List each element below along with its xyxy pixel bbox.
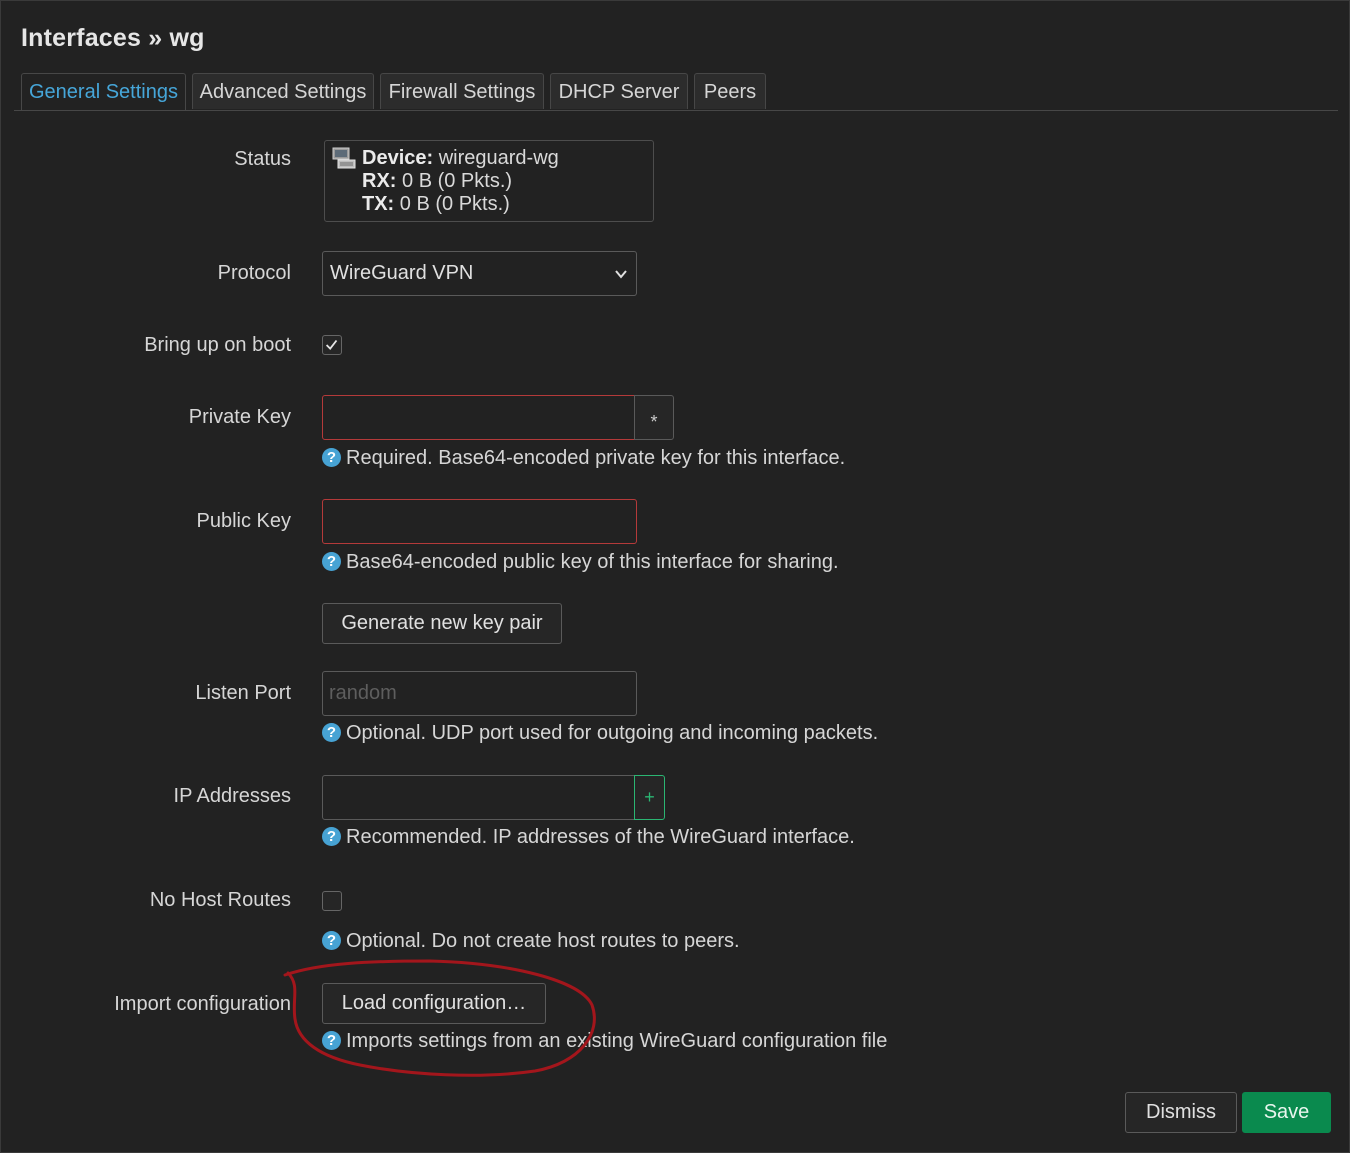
tab-peers[interactable]: Peers (694, 73, 766, 109)
asterisk-icon: * (650, 412, 658, 432)
no-host-routes-help: ? Optional. Do not create host routes to … (322, 930, 740, 953)
help-icon: ? (322, 931, 341, 950)
help-icon: ? (322, 552, 341, 571)
private-key-toggle-button[interactable]: * (634, 395, 674, 440)
tx-key: TX: (362, 193, 395, 215)
help-icon: ? (322, 827, 341, 846)
rx-key: RX: (362, 170, 397, 192)
import-configuration-help-text: Imports settings from an existing WireGu… (346, 1030, 888, 1052)
tab-firewall-settings[interactable]: Firewall Settings (380, 73, 544, 109)
device-value: wireguard-wg (438, 147, 559, 169)
rx-value: 0 B (0 Pkts.) (402, 170, 513, 192)
save-button[interactable]: Save (1242, 1092, 1331, 1133)
protocol-value: WireGuard VPN (330, 262, 474, 284)
no-host-routes-label: No Host Routes (149, 889, 291, 911)
listen-port-help: ? Optional. UDP port used for outgoing an… (322, 722, 878, 745)
private-key-help-text: Required. Base64-encoded private key for… (346, 447, 846, 469)
protocol-label: Protocol (217, 262, 291, 284)
page-title: Interfaces » wg (21, 24, 205, 52)
private-key-label: Private Key (188, 406, 291, 428)
tab-advanced-settings[interactable]: Advanced Settings (192, 73, 374, 109)
import-configuration-label: Import configuration (114, 993, 291, 1015)
import-configuration-help: ? Imports settings from an existing WireG… (322, 1030, 887, 1053)
network-device-icon (332, 147, 356, 169)
public-key-help: ? Base64-encoded public key of this inter… (322, 551, 839, 574)
help-icon: ? (322, 723, 341, 742)
protocol-select[interactable]: WireGuard VPN (322, 251, 637, 296)
public-key-input[interactable] (322, 499, 637, 544)
listen-port-input[interactable] (322, 671, 637, 716)
tx-value: 0 B (0 Pkts.) (399, 193, 510, 215)
help-icon: ? (322, 448, 341, 467)
private-key-help: ? Required. Base64-encoded private key fo… (322, 447, 845, 470)
help-icon: ? (322, 1031, 341, 1050)
public-key-help-text: Base64-encoded public key of this interf… (346, 551, 839, 573)
dismiss-button[interactable]: Dismiss (1125, 1092, 1237, 1133)
modal-frame (0, 0, 1350, 1153)
public-key-label: Public Key (196, 510, 292, 532)
private-key-input[interactable] (322, 395, 635, 440)
ip-addresses-input[interactable] (322, 775, 635, 820)
no-host-routes-checkbox[interactable] (322, 891, 342, 911)
load-configuration-button[interactable]: Load configuration… (322, 983, 546, 1024)
add-ip-address-button[interactable]: + (634, 775, 665, 820)
listen-port-help-text: Optional. UDP port used for outgoing and… (346, 722, 879, 744)
tab-general-settings[interactable]: General Settings (21, 73, 186, 110)
ip-addresses-label: IP Addresses (173, 785, 291, 807)
tab-dhcp-server[interactable]: DHCP Server (550, 73, 688, 109)
ip-addresses-help-text: Recommended. IP addresses of the WireGua… (346, 826, 855, 848)
tab-bar: General Settings Advanced Settings Firew… (14, 73, 1338, 111)
generate-key-pair-button[interactable]: Generate new key pair (322, 603, 562, 644)
listen-port-label: Listen Port (195, 682, 291, 704)
bring-up-on-boot-label: Bring up on boot (144, 334, 291, 356)
ip-addresses-help: ? Recommended. IP addresses of the WireGu… (322, 826, 855, 849)
chevron-down-icon (615, 270, 627, 279)
plus-icon: + (644, 787, 655, 807)
no-host-routes-help-text: Optional. Do not create host routes to p… (346, 930, 740, 952)
checkmark-icon (325, 339, 338, 350)
status-box: Device: wireguard-wg RX: 0 B (0 Pkts.) T… (324, 140, 654, 222)
bring-up-on-boot-checkbox[interactable] (322, 335, 342, 355)
status-label: Status (234, 148, 291, 170)
device-key: Device: (362, 147, 434, 169)
